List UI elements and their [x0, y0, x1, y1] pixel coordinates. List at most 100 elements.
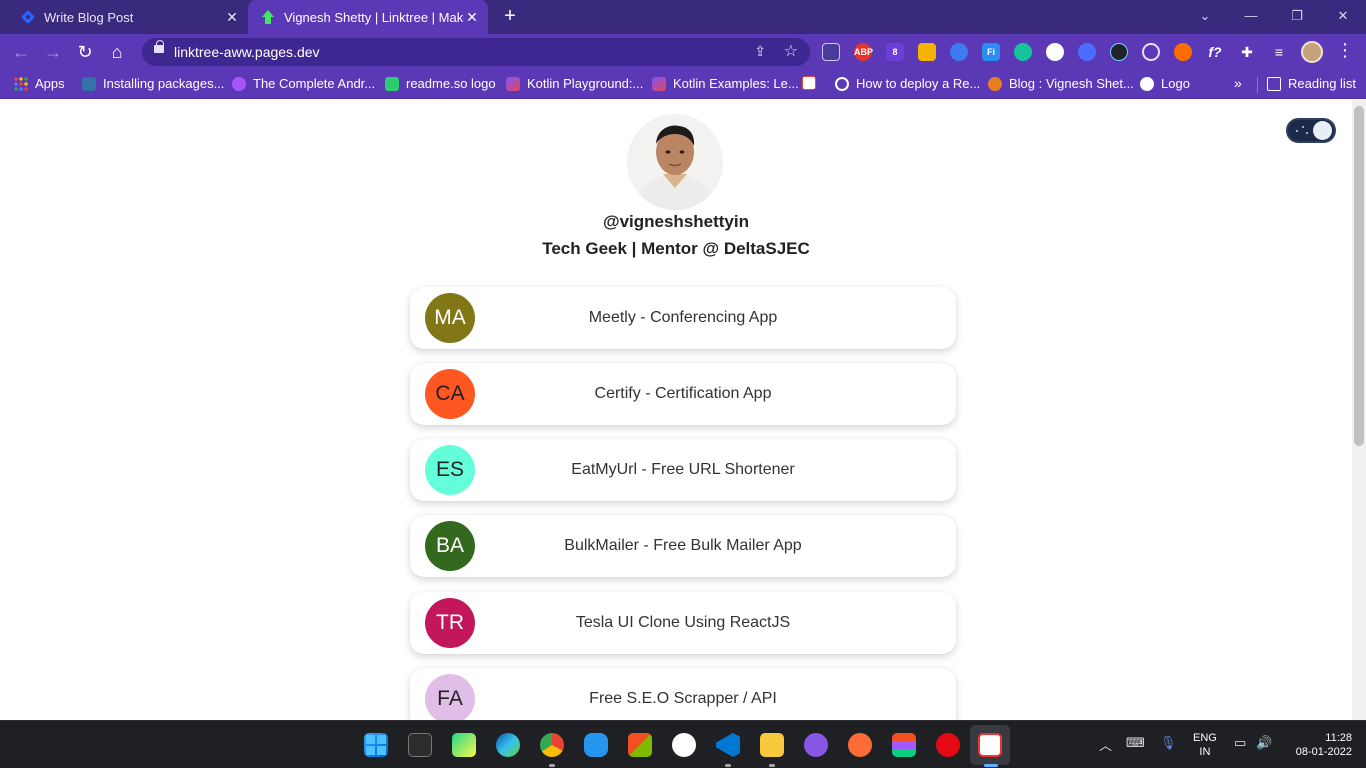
- snipping-tool-icon[interactable]: [978, 733, 1002, 757]
- target-extension-icon[interactable]: [1142, 43, 1160, 61]
- google-keep-icon[interactable]: [918, 43, 936, 61]
- link-card-tesla-clone[interactable]: TR Tesla UI Clone Using ReactJS: [410, 592, 956, 654]
- running-indicator: [769, 764, 775, 767]
- chrome-icon[interactable]: [540, 733, 564, 757]
- link-title: Meetly - Conferencing App: [588, 309, 778, 326]
- bookmark-star-icon[interactable]: ☆: [784, 41, 798, 61]
- tab-write-blog-post[interactable]: Write Blog Post ✕: [8, 0, 248, 34]
- link-initials-avatar: TR: [425, 598, 475, 648]
- edge-icon[interactable]: [496, 733, 520, 757]
- link-initials-avatar: MA: [425, 293, 475, 343]
- address-bar[interactable]: linktree-aww.pages.dev ⇪ ☆: [142, 38, 810, 66]
- reading-list-button[interactable]: Reading list: [1267, 76, 1356, 91]
- address-url: linktree-aww.pages.dev: [174, 44, 320, 60]
- show-hidden-icons-icon[interactable]: ︿: [1099, 735, 1112, 754]
- share-icon[interactable]: ⇪: [754, 43, 766, 60]
- bookmark-label: The Complete Andr...: [253, 76, 376, 91]
- link-card-meetly[interactable]: MA Meetly - Conferencing App: [410, 287, 956, 349]
- fi-extension-icon[interactable]: Fi: [982, 43, 1000, 61]
- color-picker-icon[interactable]: [1174, 43, 1192, 61]
- close-window-icon[interactable]: ✕: [1320, 0, 1366, 34]
- github-desktop-icon[interactable]: [804, 733, 828, 757]
- close-tab-icon[interactable]: ✕: [224, 9, 240, 26]
- word-app-icon[interactable]: [672, 733, 696, 757]
- link-extension-icon[interactable]: [950, 43, 968, 61]
- forward-icon[interactable]: →: [40, 40, 66, 64]
- back-icon[interactable]: ←: [8, 40, 34, 64]
- language-code: ENG: [1193, 732, 1217, 744]
- network-icon[interactable]: ▭: [1234, 735, 1246, 751]
- tab-search-icon[interactable]: ⌄: [1182, 0, 1228, 34]
- postman-icon[interactable]: [848, 733, 872, 757]
- terminal-icon[interactable]: [408, 733, 432, 757]
- media-control-icon[interactable]: ≡: [1270, 43, 1288, 61]
- link-card-certify[interactable]: CA Certify - Certification App: [410, 363, 956, 425]
- link-initials-avatar: BA: [425, 521, 475, 571]
- bookmark-apps[interactable]: Apps: [14, 76, 65, 91]
- pycharm-icon[interactable]: [452, 733, 476, 757]
- new-tab-button[interactable]: +: [498, 5, 522, 29]
- profile-username: @vigneshshettyin: [603, 212, 749, 231]
- minimize-window-icon[interactable]: —: [1228, 0, 1274, 34]
- keyboard-icon[interactable]: ⌨: [1126, 735, 1145, 751]
- bookmark-blog-vignesh[interactable]: Blog : Vignesh Shet...: [988, 76, 1134, 91]
- adblock-plus-icon[interactable]: ABP: [854, 43, 873, 61]
- bookmark-label: Installing packages...: [103, 76, 225, 91]
- screen-extension-icon[interactable]: [822, 43, 840, 61]
- home-icon[interactable]: ⌂: [104, 40, 130, 64]
- close-tab-icon[interactable]: ✕: [464, 9, 480, 26]
- bookmark-installing-packages[interactable]: Installing packages...: [82, 76, 224, 91]
- bookmark-label: Apps: [35, 76, 65, 91]
- system-clock[interactable]: 11:28 08-01-2022: [1288, 731, 1352, 759]
- running-indicator: [984, 764, 998, 767]
- tab-linktree[interactable]: Vignesh Shetty | Linktree | Make your ow…: [248, 0, 488, 34]
- bookmark-complete-android[interactable]: The Complete Andr...: [232, 76, 375, 91]
- vscode-icon[interactable]: [716, 733, 740, 757]
- language-indicator[interactable]: ENG IN: [1193, 731, 1217, 759]
- profile-avatar[interactable]: [1301, 41, 1323, 63]
- react-devtools-icon[interactable]: [1110, 43, 1128, 61]
- reload-icon[interactable]: ↻: [72, 40, 98, 64]
- reading-list-icon: [1267, 76, 1281, 91]
- tab-title: Write Blog Post: [44, 9, 134, 25]
- running-indicator: [725, 764, 731, 767]
- file-explorer-icon[interactable]: [760, 733, 784, 757]
- media-player-icon[interactable]: [936, 733, 960, 757]
- codesandbox-icon: [835, 76, 849, 91]
- microsoft-store-icon[interactable]: [628, 733, 652, 757]
- extensions-puzzle-icon[interactable]: ✚: [1238, 43, 1256, 61]
- link-title: Free S.E.O Scrapper / API: [589, 690, 777, 707]
- bookmark-label: readme.so logo: [406, 76, 496, 91]
- link-card-bulkmailer[interactable]: BA BulkMailer - Free Bulk Mailer App: [410, 515, 956, 577]
- scrollbar-thumb[interactable]: [1354, 106, 1364, 446]
- page-scrollbar[interactable]: [1352, 100, 1366, 720]
- theme-toggle[interactable]: [1286, 118, 1336, 143]
- more-bookmarks-icon[interactable]: »: [1234, 75, 1242, 91]
- link-card-eatmyurl[interactable]: ES EatMyUrl - Free URL Shortener: [410, 439, 956, 501]
- bookmark-logo[interactable]: Logo: [1140, 76, 1190, 91]
- link-card-seo-scrapper[interactable]: FA Free S.E.O Scrapper / API: [410, 668, 956, 720]
- kotlin-icon: [652, 76, 666, 91]
- star-dot: [1296, 130, 1298, 132]
- bookmark-how-to-deploy[interactable]: How to deploy a Re...: [835, 76, 980, 91]
- bookmark-kotlin-playground[interactable]: Kotlin Playground:...: [506, 76, 643, 91]
- spark-extension-icon[interactable]: [1078, 43, 1096, 61]
- bookmark-readme-so[interactable]: readme.so logo: [385, 76, 496, 91]
- bookmark-label: Kotlin Examples: Le...: [673, 76, 799, 91]
- star-dot: [1306, 132, 1308, 134]
- restore-window-icon[interactable]: ❐: [1274, 0, 1320, 34]
- bookmark-tcs[interactable]: [802, 76, 823, 90]
- tab-title: Vignesh Shetty | Linktree | Make your ow…: [284, 9, 464, 25]
- extension-badge-icon[interactable]: 8: [886, 43, 904, 61]
- windows-start-icon[interactable]: [364, 733, 388, 757]
- figma-icon[interactable]: [892, 733, 916, 757]
- browser-menu-icon[interactable]: ⋮: [1336, 40, 1354, 61]
- bookmark-kotlin-examples[interactable]: Kotlin Examples: Le...: [652, 76, 799, 91]
- docker-icon[interactable]: [584, 733, 608, 757]
- microphone-icon[interactable]: 🎙: [1160, 735, 1177, 751]
- formula-extension-icon[interactable]: f?: [1206, 43, 1224, 61]
- grammarly-icon[interactable]: [1014, 43, 1032, 61]
- volume-icon[interactable]: 🔊: [1256, 735, 1272, 751]
- running-indicator: [549, 764, 555, 767]
- devtools-extension-icon[interactable]: [1046, 43, 1064, 61]
